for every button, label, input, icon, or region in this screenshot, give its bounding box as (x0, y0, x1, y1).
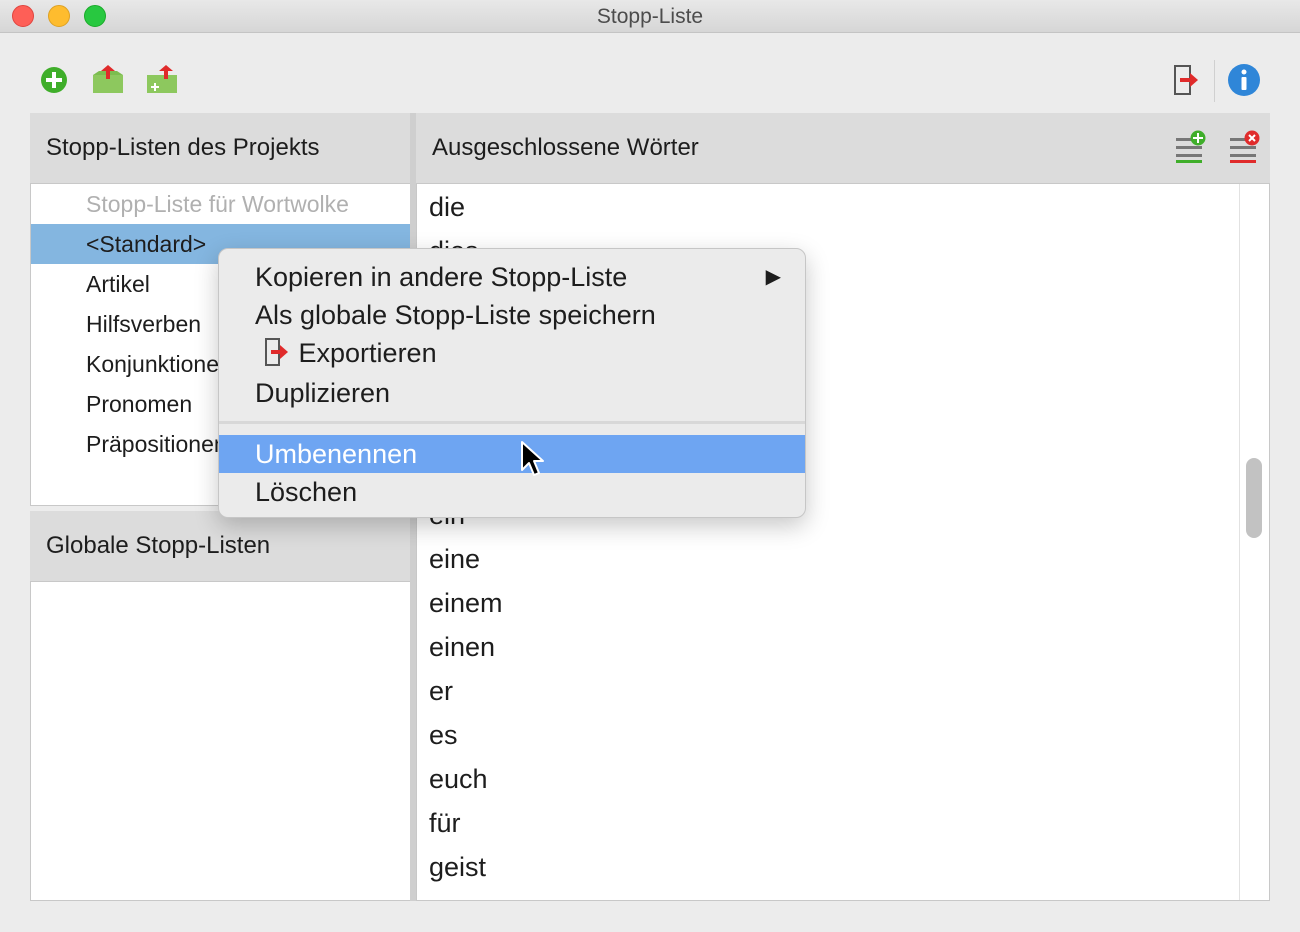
menu-item-delete[interactable]: Löschen (219, 473, 805, 511)
export-icon (1174, 65, 1198, 95)
word-item[interactable]: einem (417, 581, 1239, 625)
word-item[interactable]: eine (417, 537, 1239, 581)
import-icon (93, 65, 123, 93)
title-bar: Stopp-Liste (0, 0, 1300, 33)
submenu-arrow-icon: ▶ (765, 266, 781, 288)
add-icon (41, 67, 67, 93)
import-add-icon (147, 65, 177, 93)
words-header: Ausgeschlossene Wörter (416, 113, 1270, 183)
menu-item-label: Kopieren in andere Stopp-Liste (255, 262, 628, 292)
add-list-button[interactable] (34, 60, 74, 100)
window-title: Stopp-Liste (596, 5, 704, 28)
add-word-button[interactable] (1170, 127, 1210, 167)
toolbar-separator (1214, 60, 1215, 102)
menu-item-export[interactable]: Exportieren (219, 334, 805, 372)
word-item[interactable]: für (417, 801, 1239, 845)
word-item[interactable]: euch (417, 757, 1239, 801)
global-lists (30, 581, 412, 901)
project-lists-header: Stopp-Listen des Projekts (30, 113, 410, 183)
menu-item-rename[interactable]: Umbenennen (219, 435, 805, 473)
word-item[interactable]: die (417, 185, 1239, 229)
menu-item-label: Löschen (255, 477, 358, 507)
menu-item-save-global[interactable]: Als globale Stopp-Liste speichern (219, 296, 805, 334)
import-add-list-button[interactable] (142, 60, 182, 100)
menu-item-duplicate[interactable]: Duplizieren (219, 374, 805, 412)
global-lists-title: Globale Stopp-Listen (46, 532, 271, 559)
menu-item-label: Duplizieren (255, 378, 391, 408)
global-lists-header: Globale Stopp-Listen (30, 511, 410, 581)
remove-word-icon (1230, 130, 1260, 163)
context-menu: Kopieren in andere Stopp-Liste ▶ Als glo… (218, 248, 806, 518)
export-button[interactable] (1166, 60, 1206, 100)
menu-item-label: Als globale Stopp-Liste speichern (255, 300, 656, 330)
word-item[interactable]: habe (417, 889, 1239, 900)
word-item[interactable]: geist (417, 845, 1239, 889)
words-title: Ausgeschlossene Wörter (432, 134, 699, 161)
export-icon (265, 338, 288, 366)
scrollbar-track (1239, 184, 1240, 900)
scrollbar-thumb[interactable] (1246, 458, 1262, 538)
word-item[interactable]: einen (417, 625, 1239, 669)
word-item[interactable]: er (417, 669, 1239, 713)
menu-item-label: Umbenennen (255, 439, 418, 469)
list-item[interactable]: Stopp-Liste für Wortwolke (31, 184, 411, 224)
add-word-icon (1176, 130, 1206, 163)
project-lists-title: Stopp-Listen des Projekts (46, 134, 320, 161)
remove-word-button[interactable] (1224, 127, 1264, 167)
import-list-button[interactable] (88, 60, 128, 100)
menu-separator (219, 421, 805, 424)
word-item[interactable]: es (417, 713, 1239, 757)
mouse-cursor-icon (521, 441, 544, 476)
menu-item-copy-to-list[interactable]: Kopieren in andere Stopp-Liste ▶ (219, 258, 805, 296)
menu-item-label: Exportieren (298, 338, 437, 368)
info-button[interactable] (1224, 60, 1264, 100)
info-icon (1228, 64, 1260, 96)
